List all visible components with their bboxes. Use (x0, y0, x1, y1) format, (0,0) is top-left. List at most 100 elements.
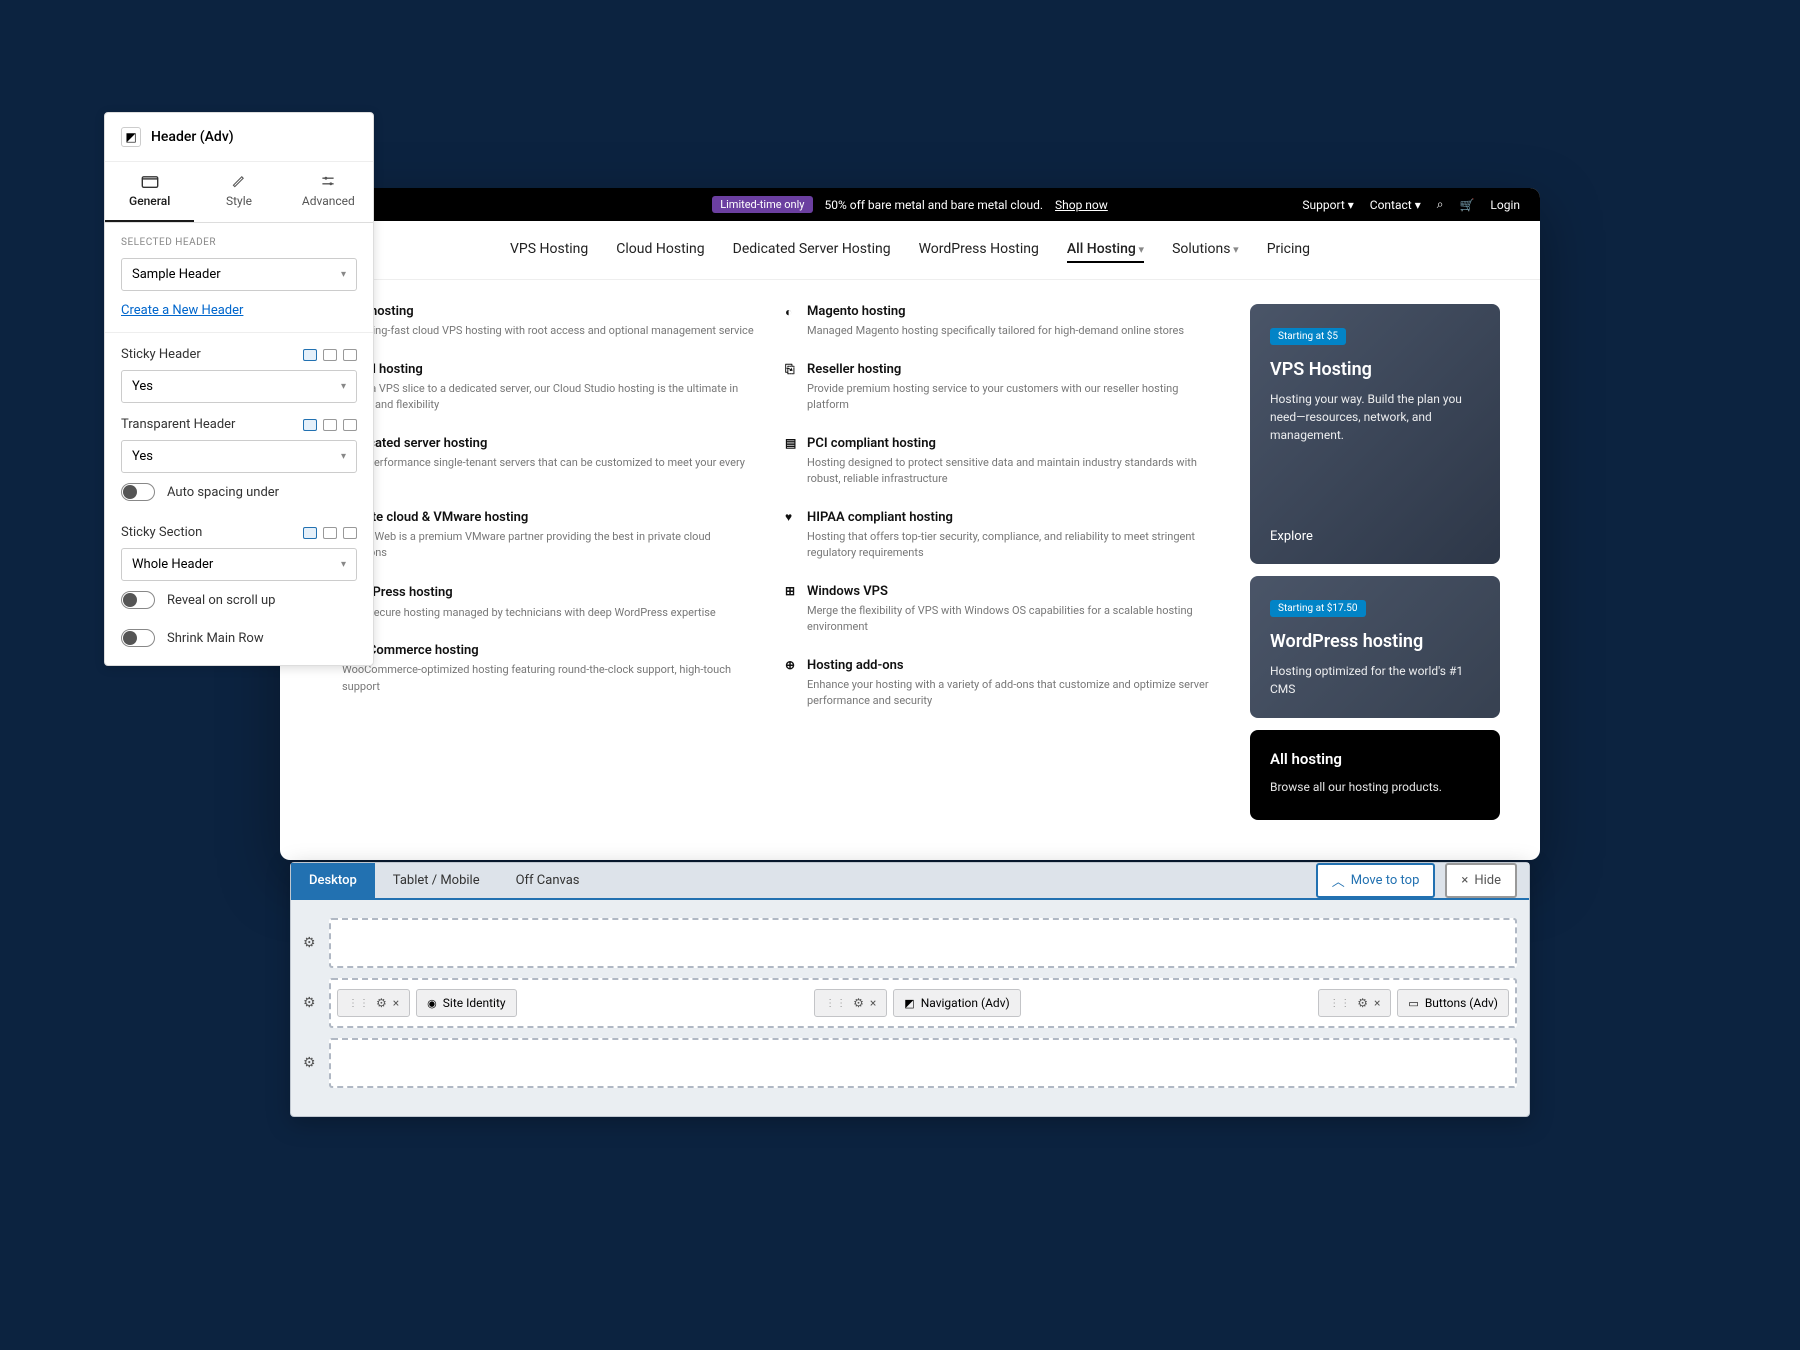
mobile-icon[interactable] (343, 527, 357, 539)
widget-buttons-label[interactable]: ▭Buttons (Adv) (1397, 989, 1509, 1017)
dropzone-bottom[interactable] (329, 1038, 1517, 1088)
nav-cloud[interactable]: Cloud Hosting (616, 237, 704, 263)
button-icon: ▭ (1408, 997, 1418, 1010)
mega-col-1: ✦VPS hostingLightning-fast cloud VPS hos… (320, 304, 785, 820)
close-icon[interactable]: × (393, 996, 399, 1010)
close-icon[interactable]: × (1374, 996, 1380, 1010)
site-icon: ◉ (427, 997, 437, 1010)
gear-icon[interactable]: ⚙ (303, 935, 321, 951)
mega-item[interactable]: ▤PCI compliant hostingHosting designed t… (785, 436, 1220, 488)
create-header-link[interactable]: Create a New Header (121, 303, 243, 318)
mega-item[interactable]: ⧉WooCommerce hostingWooCommerce-optimize… (320, 643, 755, 695)
mega-item[interactable]: ⊕Hosting add-onsEnhance your hosting wit… (785, 658, 1220, 710)
main-nav: VPS Hosting Cloud Hosting Dedicated Serv… (280, 221, 1540, 280)
mobile-icon[interactable] (343, 419, 357, 431)
dropzone-main[interactable]: ⋮⋮ ⚙ × ◉Site Identity ⋮⋮ ⚙ × ◩Navigation… (329, 978, 1517, 1028)
mega-item[interactable]: ⓌWordPress hostingFast, secure hosting m… (320, 584, 755, 622)
auto-spacing-toggle[interactable] (121, 483, 155, 501)
tab-style[interactable]: Style (194, 162, 283, 222)
support-link[interactable]: Support (1302, 198, 1353, 212)
desktop-icon[interactable] (303, 349, 317, 361)
mega-item[interactable]: ✦VPS hostingLightning-fast cloud VPS hos… (320, 304, 755, 340)
chevron-down-icon: ▾ (341, 451, 346, 462)
item-icon: ⊞ (785, 584, 799, 598)
close-icon[interactable]: × (870, 996, 876, 1010)
mega-col-2: ◐Magento hostingManaged Magento hosting … (785, 304, 1250, 820)
sticky-section-field: Sticky Section Whole Header▾ (105, 511, 373, 581)
mega-item[interactable]: ⎘Reseller hostingProvide premium hosting… (785, 362, 1220, 414)
widget-buttons[interactable]: ⋮⋮ ⚙ × (1318, 989, 1391, 1017)
nav-all-hosting[interactable]: All Hosting (1067, 237, 1144, 263)
nav-vps[interactable]: VPS Hosting (510, 237, 588, 263)
item-icon: ◐ (785, 305, 799, 319)
close-icon: × (1461, 873, 1468, 888)
desktop-icon[interactable] (303, 527, 317, 539)
mobile-icon[interactable] (343, 349, 357, 361)
builder-tab-desktop[interactable]: Desktop (291, 863, 375, 898)
cart-icon[interactable]: 🛒 (1459, 198, 1474, 212)
mega-item[interactable]: ⊞Windows VPSMerge the flexibility of VPS… (785, 584, 1220, 636)
login-link[interactable]: Login (1490, 198, 1520, 212)
device-icons[interactable] (303, 527, 357, 539)
device-icons[interactable] (303, 349, 357, 361)
sidebar-tabs: General Style Advanced (105, 162, 373, 223)
widget-navigation-label[interactable]: ◩Navigation (Adv) (893, 989, 1020, 1017)
sliders-icon (319, 174, 337, 188)
mega-item[interactable]: ☁Cloud hostingFrom a VPS slice to a dedi… (320, 362, 755, 414)
device-icons[interactable] (303, 419, 357, 431)
shrink-toggle[interactable] (121, 629, 155, 647)
search-icon[interactable]: ⌕ (1437, 197, 1444, 212)
card-wordpress[interactable]: Starting at $17.50 WordPress hosting Hos… (1250, 576, 1500, 718)
gear-icon[interactable]: ⚙ (1357, 996, 1368, 1010)
widget-site-identity[interactable]: ⋮⋮ ⚙ × (337, 989, 410, 1017)
tablet-icon[interactable] (323, 419, 337, 431)
shop-now-link[interactable]: Shop now (1055, 198, 1108, 212)
transparent-header-select[interactable]: Yes▾ (121, 440, 357, 473)
promo-cards: Starting at $5 VPS Hosting Hosting your … (1250, 304, 1500, 820)
drag-handle-icon[interactable]: ⋮⋮ (1329, 998, 1351, 1009)
hide-button[interactable]: ×Hide (1445, 863, 1517, 898)
gear-icon[interactable]: ⚙ (303, 995, 321, 1011)
mega-item[interactable]: ▦Private cloud & VMware hostingLiquid We… (320, 510, 755, 562)
promo-right: Support Contact ⌕ 🛒 Login (1302, 197, 1520, 212)
chevron-up-icon: ︿ (1332, 871, 1345, 890)
builder-tab-offcanvas[interactable]: Off Canvas (498, 863, 598, 898)
gear-icon[interactable]: ⚙ (376, 996, 387, 1010)
mega-item[interactable]: ◐Magento hostingManaged Magento hosting … (785, 304, 1220, 340)
customizer-sidebar: ◩ Header (Adv) General Style Advanced SE… (104, 112, 374, 666)
item-icon: ♥ (785, 510, 799, 524)
tablet-icon[interactable] (323, 349, 337, 361)
sticky-section-select[interactable]: Whole Header▾ (121, 548, 357, 581)
card-all-hosting[interactable]: All hosting Browse all our hosting produ… (1250, 730, 1500, 820)
reveal-toggle[interactable] (121, 591, 155, 609)
site-preview: Limited-time only 50% off bare metal and… (280, 188, 1540, 860)
drag-handle-icon[interactable]: ⋮⋮ (348, 998, 370, 1009)
mega-item[interactable]: ♥HIPAA compliant hostingHosting that off… (785, 510, 1220, 562)
sticky-header-select[interactable]: Yes▾ (121, 370, 357, 403)
dropzone-top[interactable] (329, 918, 1517, 968)
promo-bar: Limited-time only 50% off bare metal and… (280, 188, 1540, 221)
tab-advanced[interactable]: Advanced (284, 162, 373, 222)
nav-solutions[interactable]: Solutions (1172, 237, 1239, 263)
item-icon: ▤ (785, 436, 799, 450)
move-to-top-button[interactable]: ︿Move to top (1316, 863, 1436, 898)
tab-general[interactable]: General (105, 162, 194, 222)
promo-text: 50% off bare metal and bare metal cloud. (825, 198, 1044, 212)
drag-handle-icon[interactable]: ⋮⋮ (825, 998, 847, 1009)
nav-dedicated[interactable]: Dedicated Server Hosting (733, 237, 891, 263)
nav-pricing[interactable]: Pricing (1267, 237, 1310, 263)
builder-tab-tablet[interactable]: Tablet / Mobile (375, 863, 498, 898)
gear-icon[interactable]: ⚙ (303, 1055, 321, 1071)
gear-icon[interactable]: ⚙ (853, 996, 864, 1010)
card-vps[interactable]: Starting at $5 VPS Hosting Hosting your … (1250, 304, 1500, 564)
folder-icon (141, 174, 159, 188)
brush-icon (230, 174, 248, 188)
widget-site-identity-label[interactable]: ◉Site Identity (416, 989, 516, 1017)
mega-item[interactable]: ⊞Dedicated server hostingHigh-performanc… (320, 436, 755, 488)
header-select[interactable]: Sample Header▾ (121, 258, 357, 291)
nav-wordpress[interactable]: WordPress Hosting (919, 237, 1039, 263)
contact-link[interactable]: Contact (1370, 198, 1421, 212)
tablet-icon[interactable] (323, 527, 337, 539)
widget-navigation[interactable]: ⋮⋮ ⚙ × (814, 989, 887, 1017)
desktop-icon[interactable] (303, 419, 317, 431)
